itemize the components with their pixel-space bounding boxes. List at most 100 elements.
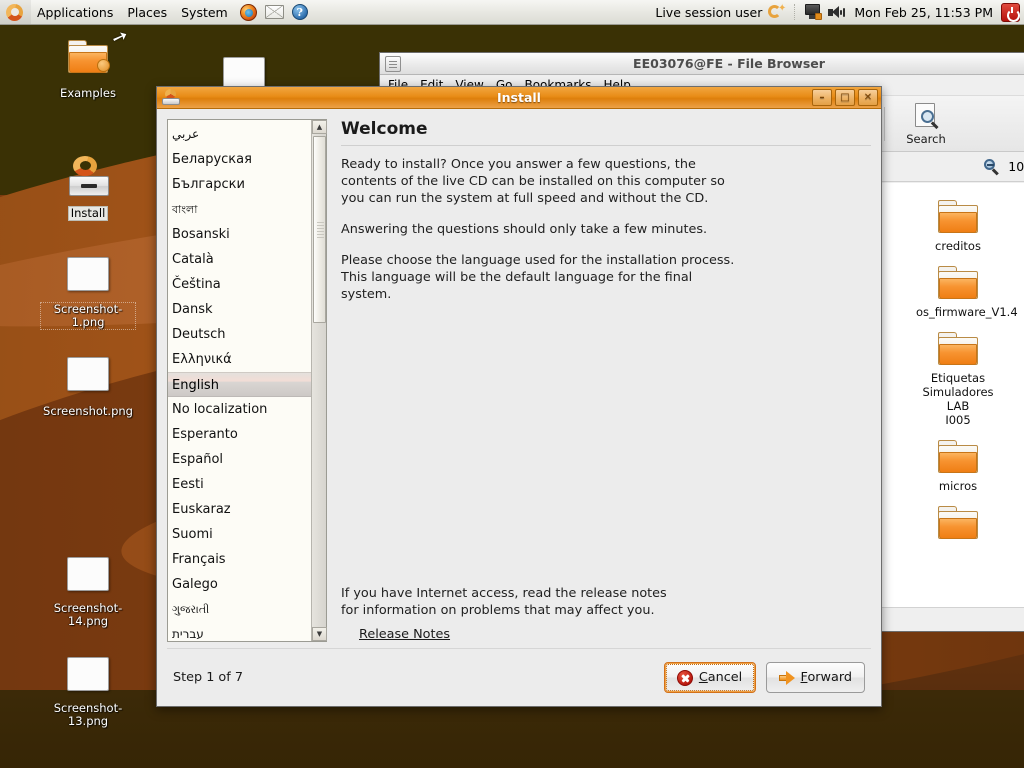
- desktop-icon-screenshot-13[interactable]: Screenshot-13.png: [40, 648, 136, 729]
- install-title: Install: [497, 90, 541, 105]
- desktop-icon-label: Screenshot-14.png: [53, 601, 123, 628]
- install-window[interactable]: Install – □ ✕ عربي Беларуская Български …: [156, 86, 882, 707]
- desktop-icon-screenshot-1[interactable]: Screenshot-1.png: [40, 248, 136, 330]
- desktop-icon-label: Examples: [60, 86, 116, 100]
- language-option-selected[interactable]: English: [168, 372, 311, 397]
- window-controls: – □ ✕: [812, 89, 878, 106]
- language-option[interactable]: Esperanto: [168, 422, 311, 447]
- zoom-out-icon[interactable]: [984, 158, 1000, 175]
- tray-separator: [794, 4, 796, 20]
- clock-label[interactable]: Mon Feb 25, 11:53 PM: [852, 5, 995, 20]
- session-user-label: Live session user: [655, 4, 763, 20]
- zoom-level-label: 100%: [1008, 159, 1024, 174]
- launcher-mail[interactable]: [261, 0, 288, 24]
- folder-icon: [916, 325, 1000, 371]
- desktop-icon-label: Screenshot.png: [43, 404, 133, 418]
- folder-icon: [916, 499, 1000, 545]
- language-option[interactable]: Bosanski: [168, 222, 311, 247]
- language-option[interactable]: Français: [168, 547, 311, 572]
- language-option[interactable]: বাংলা: [168, 197, 311, 222]
- screen: Applications Places System ? Live sessio…: [0, 0, 1024, 768]
- top-panel: Applications Places System ? Live sessio…: [0, 0, 1024, 25]
- scroll-up-icon[interactable]: ▲: [312, 120, 327, 134]
- network-icon[interactable]: [804, 4, 823, 20]
- install-content: عربي Беларуская Български বাংলা Bosanski…: [167, 119, 871, 642]
- language-list-scrollbar[interactable]: ▲ ▼: [311, 120, 327, 641]
- language-option[interactable]: Български: [168, 172, 311, 197]
- language-option[interactable]: Suomi: [168, 522, 311, 547]
- toolbar-button-search[interactable]: Search: [889, 99, 963, 149]
- menu-applications-label: Applications: [37, 4, 114, 20]
- cancel-rest: ancel: [707, 670, 743, 685]
- language-option[interactable]: Dansk: [168, 297, 311, 322]
- language-option[interactable]: עברית: [168, 622, 311, 641]
- scrollbar-thumb[interactable]: [313, 136, 326, 323]
- cancel-button[interactable]: Cancel: [663, 662, 756, 693]
- language-option[interactable]: No localization: [168, 397, 311, 422]
- toolbar-button-search-label: Search: [906, 131, 946, 146]
- file-browser-titlebar[interactable]: EE03076@FE - File Browser: [380, 53, 1024, 75]
- power-icon[interactable]: [1001, 2, 1020, 22]
- user-switch-icon[interactable]: ✦: [768, 4, 786, 20]
- step-indicator: Step 1 of 7: [173, 670, 243, 685]
- forward-button[interactable]: Forward: [765, 662, 865, 693]
- language-option[interactable]: Ελληνικά: [168, 347, 311, 372]
- language-list-panel[interactable]: عربي Беларуская Български বাংলা Bosanski…: [167, 119, 327, 642]
- minimize-button[interactable]: –: [812, 89, 832, 106]
- cancel-button-label: Cancel: [699, 670, 742, 685]
- language-option[interactable]: Čeština: [168, 272, 311, 297]
- image-file-icon: [40, 648, 136, 700]
- release-notes-link[interactable]: Release Notes: [359, 627, 871, 642]
- maximize-button[interactable]: □: [835, 89, 855, 106]
- list-item[interactable]: micros: [916, 433, 1000, 493]
- close-button[interactable]: ✕: [858, 89, 878, 106]
- menu-places[interactable]: Places: [121, 0, 175, 24]
- language-option[interactable]: Deutsch: [168, 322, 311, 347]
- file-browser-icon: [385, 55, 401, 72]
- list-item-label: Etiquetas Simuladores LAB I005: [922, 371, 994, 427]
- firefox-icon: [239, 3, 257, 21]
- cancel-icon: [676, 669, 693, 686]
- list-item-label: creditos: [935, 239, 981, 253]
- language-option[interactable]: Español: [168, 447, 311, 472]
- cd-install-icon: [40, 150, 136, 202]
- intro-paragraph-2: Answering the questions should only take…: [341, 222, 708, 237]
- file-browser-title: EE03076@FE - File Browser: [633, 56, 825, 71]
- language-option[interactable]: Euskaraz: [168, 497, 311, 522]
- list-item[interactable]: creditos: [916, 193, 1000, 253]
- menu-system[interactable]: System: [175, 0, 236, 24]
- list-item[interactable]: os_firmware_V1.4: [916, 259, 1018, 319]
- toolbar-separator: [884, 106, 885, 141]
- desktop-icon-screenshot-14[interactable]: Screenshot-14.png: [40, 548, 136, 629]
- volume-icon[interactable]: [828, 5, 846, 20]
- install-titlebar[interactable]: Install – □ ✕: [157, 87, 881, 109]
- list-item[interactable]: Etiquetas Simuladores LAB I005: [916, 325, 1000, 427]
- scroll-down-icon[interactable]: ▼: [312, 627, 327, 641]
- install-button-row: Cancel Forward: [663, 662, 865, 693]
- desktop-icon-screenshot[interactable]: Screenshot.png: [40, 348, 136, 419]
- list-item[interactable]: [916, 499, 1000, 545]
- language-option[interactable]: ગુજરાતી: [168, 597, 311, 622]
- install-right-pane: Welcome Ready to install? Once you answe…: [341, 119, 871, 642]
- menu-applications[interactable]: Applications: [31, 0, 121, 24]
- image-file-icon: [40, 348, 136, 400]
- launcher-help[interactable]: ?: [288, 0, 312, 24]
- language-list[interactable]: عربي Беларуская Български বাংলা Bosanski…: [168, 120, 311, 641]
- help-icon: ?: [291, 4, 308, 20]
- ubuntu-logo-icon[interactable]: [0, 0, 31, 24]
- forward-rest: orward: [807, 670, 852, 685]
- language-option[interactable]: عربي: [168, 122, 311, 147]
- language-option[interactable]: Eesti: [168, 472, 311, 497]
- cancel-accel: C: [698, 670, 708, 685]
- folder-icon: [916, 259, 1000, 305]
- launcher-firefox[interactable]: [236, 0, 261, 24]
- language-option[interactable]: Беларуская: [168, 147, 311, 172]
- folder-link-icon: ➚: [40, 24, 136, 82]
- language-option[interactable]: Català: [168, 247, 311, 272]
- language-option[interactable]: Galego: [168, 572, 311, 597]
- desktop-icon-examples[interactable]: ➚ Examples: [40, 24, 136, 101]
- desktop-icon-install[interactable]: Install: [40, 150, 136, 221]
- desktop-icon-label: Install: [67, 206, 109, 221]
- panel-tray: Live session user ✦ Mon Feb 25, 11:53 PM: [655, 0, 1024, 24]
